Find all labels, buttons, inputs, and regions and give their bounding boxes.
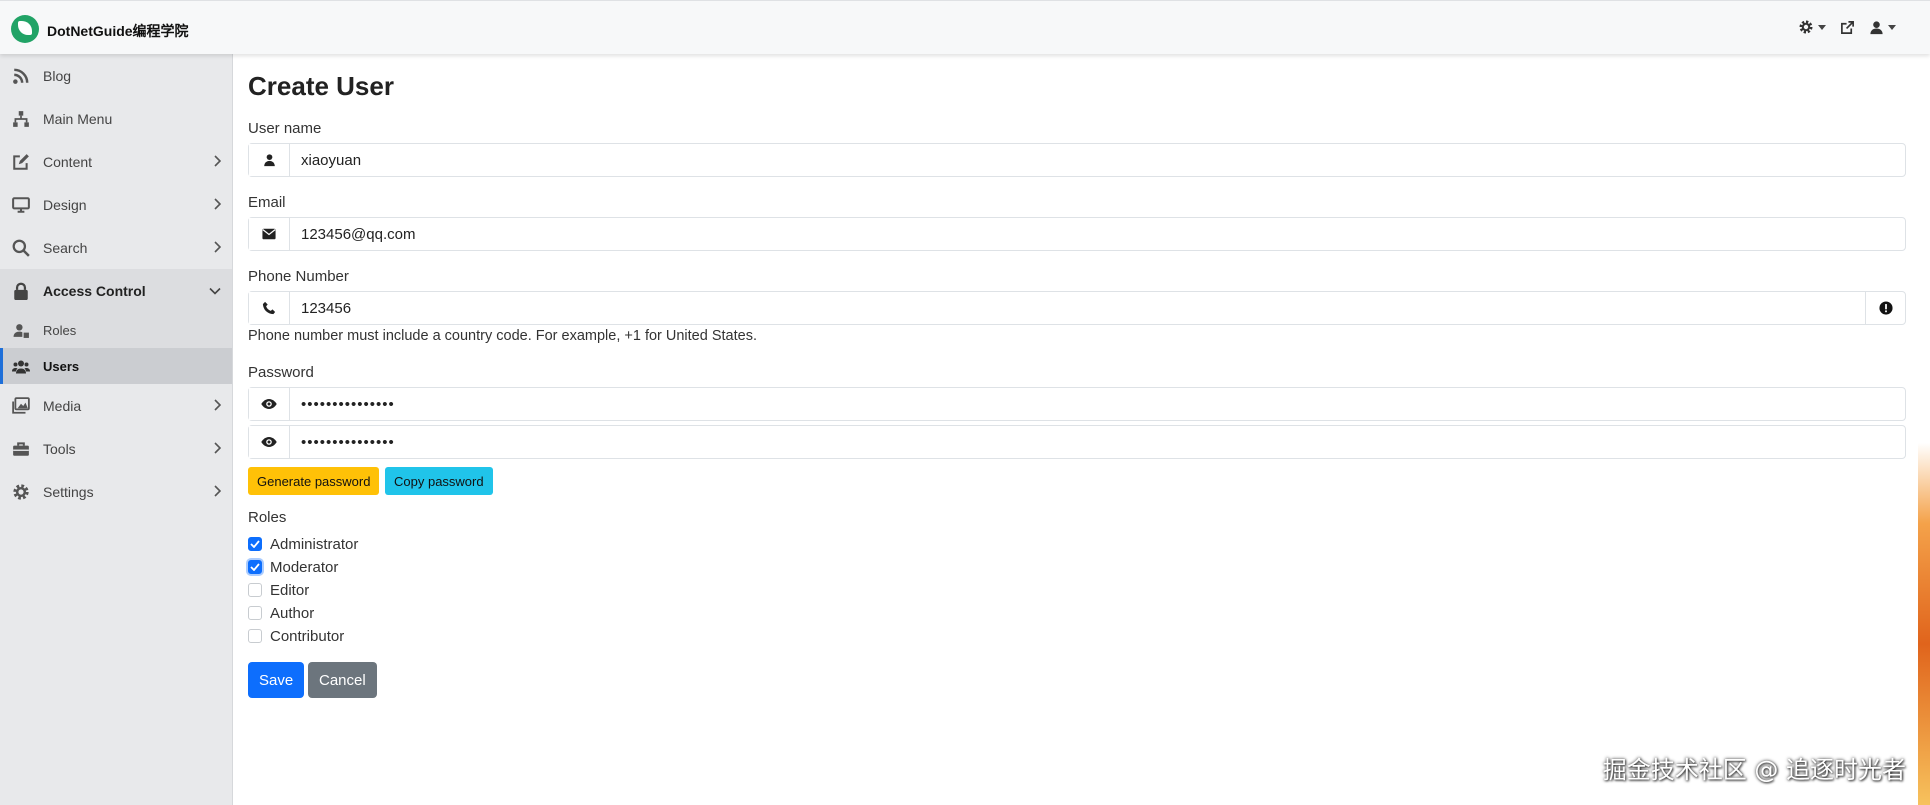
toolbox-icon <box>11 439 31 459</box>
password-confirm-input[interactable] <box>290 426 1905 458</box>
roles-label: Roles <box>248 509 287 526</box>
theme-menu-toggle[interactable] <box>1798 19 1826 35</box>
gear-icon <box>1799 20 1813 34</box>
sidebar-item-label: Content <box>43 153 93 170</box>
sidebar-item-search[interactable]: Search <box>0 226 232 269</box>
rss-icon <box>11 66 31 86</box>
role-label: Editor <box>270 581 310 599</box>
background-edge <box>1918 0 1930 805</box>
user-icon <box>249 144 290 176</box>
sidebar-item-blog[interactable]: Blog <box>0 54 232 97</box>
chevron-right-icon <box>214 442 221 454</box>
sidebar-item-label: Settings <box>43 483 94 500</box>
phone-label: Phone Number <box>248 268 349 285</box>
username-label: User name <box>248 120 322 137</box>
lock-icon <box>11 281 31 301</box>
password-label: Password <box>248 364 314 381</box>
role-checkbox-editor[interactable]: Editor <box>248 580 309 600</box>
sidebar-item-label: Search <box>43 239 88 256</box>
top-actions <box>1798 19 1896 35</box>
user-icon <box>1870 20 1883 34</box>
role-checkbox-administrator[interactable]: Administrator <box>248 534 358 554</box>
sidebar-item-design[interactable]: Design <box>0 183 232 226</box>
sidebar-item-tools[interactable]: Tools <box>0 427 232 470</box>
chevron-right-icon <box>214 241 221 253</box>
search-icon <box>11 238 31 258</box>
external-link-icon <box>1841 20 1854 34</box>
phone-hint: Phone number must include a country code… <box>248 328 757 344</box>
visit-site-link[interactable] <box>1840 20 1855 35</box>
eye-icon[interactable] <box>249 426 290 458</box>
sidebar-item-access-control[interactable]: Access Control <box>0 269 232 312</box>
phone-input[interactable] <box>290 292 1865 324</box>
username-group <box>248 143 1906 177</box>
chevron-down-icon <box>1818 24 1826 30</box>
sidebar-subitem-users[interactable]: Users <box>0 348 232 384</box>
sidebar-subitem-label: Users <box>43 358 80 374</box>
envelope-icon <box>249 218 290 250</box>
role-checkbox-moderator[interactable]: Moderator <box>248 557 338 577</box>
password-confirm-group <box>248 425 1906 459</box>
checkbox-unchecked-icon[interactable] <box>248 629 262 643</box>
save-button[interactable]: Save <box>248 662 305 698</box>
eye-icon[interactable] <box>249 388 290 420</box>
sidebar: Blog Main Menu Content Design Search Acc… <box>0 54 233 805</box>
sidebar-item-label: Tools <box>43 440 76 457</box>
email-input[interactable] <box>290 218 1905 250</box>
sidebar-subitem-roles[interactable]: Roles <box>0 312 232 348</box>
sidebar-item-main-menu[interactable]: Main Menu <box>0 97 232 140</box>
sidebar-item-label: Access Control <box>43 282 146 299</box>
sidebar-item-label: Main Menu <box>43 110 113 127</box>
role-label: Contributor <box>270 627 345 645</box>
role-checkbox-author[interactable]: Author <box>248 603 314 623</box>
role-label: Administrator <box>270 535 359 553</box>
role-label: Moderator <box>270 558 339 576</box>
user-tag-icon <box>11 320 31 340</box>
images-icon <box>11 396 31 416</box>
sidebar-subitem-label: Roles <box>43 322 77 338</box>
users-icon <box>11 356 31 376</box>
sidebar-item-label: Media <box>43 397 82 414</box>
email-label: Email <box>248 194 286 211</box>
copy-password-button[interactable]: Copy password <box>385 467 493 495</box>
top-navbar: DotNetGuide编程学院 <box>0 0 1930 54</box>
brand-name[interactable]: DotNetGuide编程学院 <box>47 21 189 41</box>
role-label: Author <box>270 604 315 622</box>
checkbox-checked-icon[interactable] <box>248 560 262 574</box>
checkbox-unchecked-icon[interactable] <box>248 606 262 620</box>
chevron-right-icon <box>214 198 221 210</box>
brand-logo-icon[interactable] <box>11 15 39 43</box>
sidebar-item-label: Design <box>43 196 87 213</box>
sidebar-item-content[interactable]: Content <box>0 140 232 183</box>
sidebar-item-media[interactable]: Media <box>0 384 232 427</box>
sitemap-icon <box>11 109 31 129</box>
checkbox-unchecked-icon[interactable] <box>248 583 262 597</box>
email-group <box>248 217 1906 251</box>
chevron-right-icon <box>214 399 221 411</box>
page-title: Create User <box>248 71 394 101</box>
phone-icon <box>249 292 290 324</box>
chevron-right-icon <box>214 485 221 497</box>
password-group <box>248 387 1906 421</box>
sidebar-item-settings[interactable]: Settings <box>0 470 232 513</box>
user-menu-toggle[interactable] <box>1869 20 1896 35</box>
chevron-down-icon <box>1888 24 1896 30</box>
info-circle-icon[interactable] <box>1865 292 1905 324</box>
password-input[interactable] <box>290 388 1905 420</box>
monitor-icon <box>11 195 31 215</box>
checkbox-checked-icon[interactable] <box>248 537 262 551</box>
role-checkbox-contributor[interactable]: Contributor <box>248 626 344 646</box>
chevron-down-icon <box>209 287 221 295</box>
phone-group <box>248 291 1906 325</box>
cog-icon <box>11 482 31 502</box>
username-input[interactable] <box>290 144 1905 176</box>
sidebar-item-label: Blog <box>43 67 72 84</box>
watermark-text: 掘金技术社区 @ 追逐时光者 <box>1602 756 1906 784</box>
generate-password-button[interactable]: Generate password <box>248 467 380 495</box>
cancel-button[interactable]: Cancel <box>308 662 377 698</box>
chevron-right-icon <box>214 155 221 167</box>
edit-icon <box>11 152 31 172</box>
